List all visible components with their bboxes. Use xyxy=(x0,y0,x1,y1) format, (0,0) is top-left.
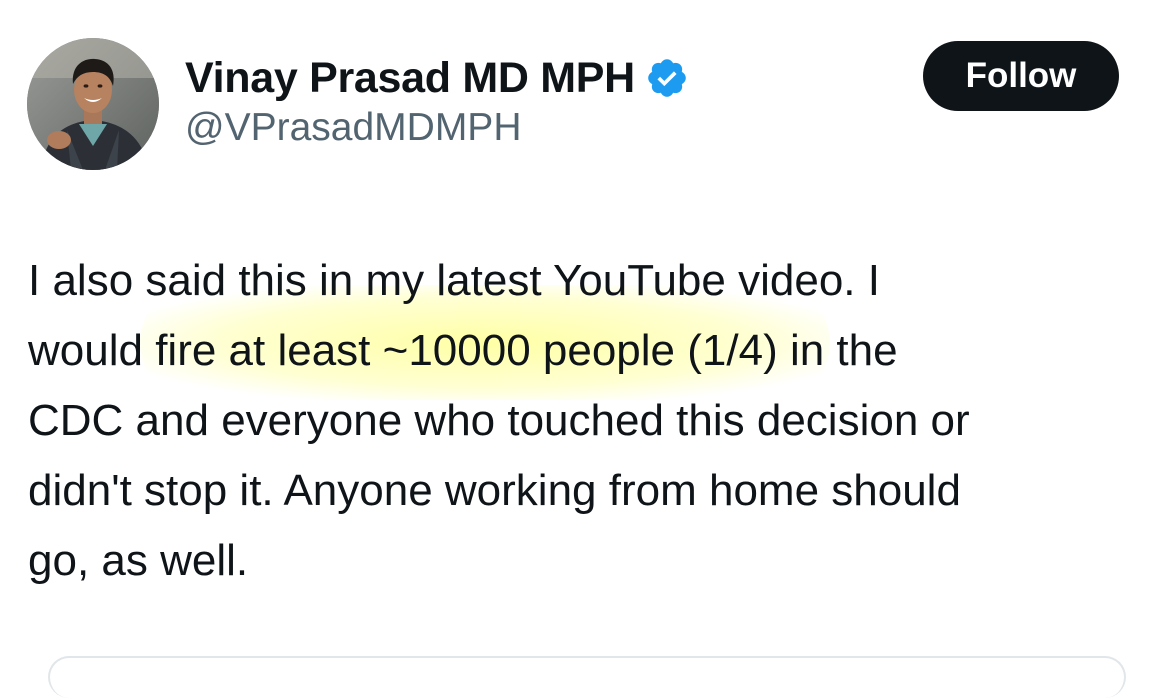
follow-button[interactable]: Follow xyxy=(923,41,1119,111)
author-handle[interactable]: @VPrasadMDMPH xyxy=(185,106,522,150)
tweet-text: I also said this in my latest YouTube vi… xyxy=(28,246,1153,596)
tweet-text-line: I also said this in my latest YouTube vi… xyxy=(28,256,880,305)
tweet-text-line: didn't stop it. Anyone working from home… xyxy=(28,466,961,515)
tweet-text-line: CDC and everyone who touched this decisi… xyxy=(28,396,970,445)
embedded-card-edge xyxy=(48,656,1126,698)
author-display-name[interactable]: Vinay Prasad MD MPH xyxy=(185,54,635,103)
author-avatar[interactable] xyxy=(27,38,159,170)
verified-badge-icon[interactable] xyxy=(645,56,689,100)
tweet-text-line: go, as well. xyxy=(28,536,249,585)
tweet-text-line: would fire at least ~10000 people (1/4) … xyxy=(28,326,898,375)
avatar-photo xyxy=(27,38,159,170)
author-name-row: Vinay Prasad MD MPH xyxy=(185,50,689,106)
tweet: Vinay Prasad MD MPH @VPrasadMDMPH Follow… xyxy=(0,0,1170,698)
